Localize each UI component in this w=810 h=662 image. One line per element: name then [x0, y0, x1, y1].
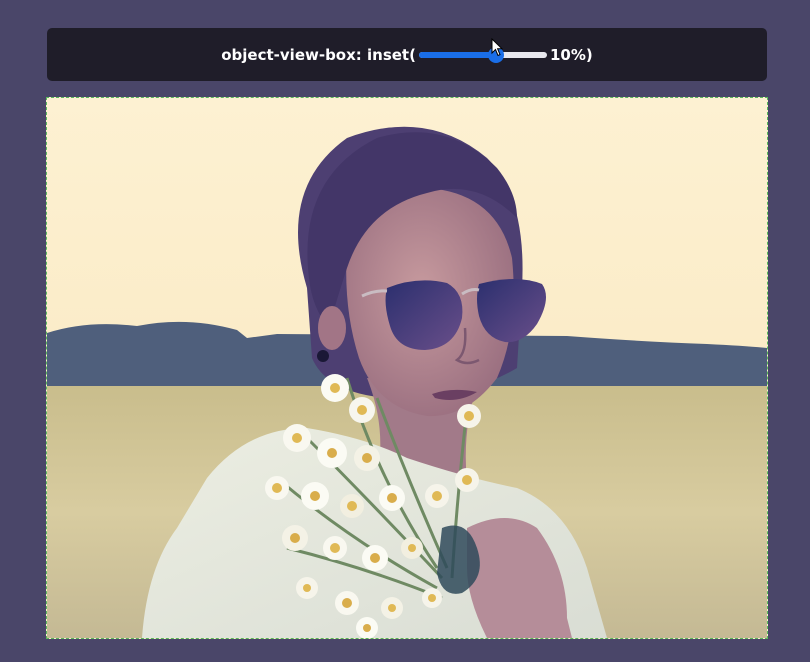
- inset-value: 10%: [549, 45, 586, 64]
- control-bar: object-view-box: inset( 10% ): [47, 28, 767, 81]
- inset-slider[interactable]: [418, 46, 547, 63]
- slider-fill: [418, 51, 496, 58]
- preview-image-frame: [46, 97, 768, 639]
- preview-image: [47, 98, 767, 638]
- mouse-cursor-icon: [491, 38, 503, 57]
- closing-paren: ): [585, 45, 593, 64]
- property-label: object-view-box: inset(: [221, 45, 416, 64]
